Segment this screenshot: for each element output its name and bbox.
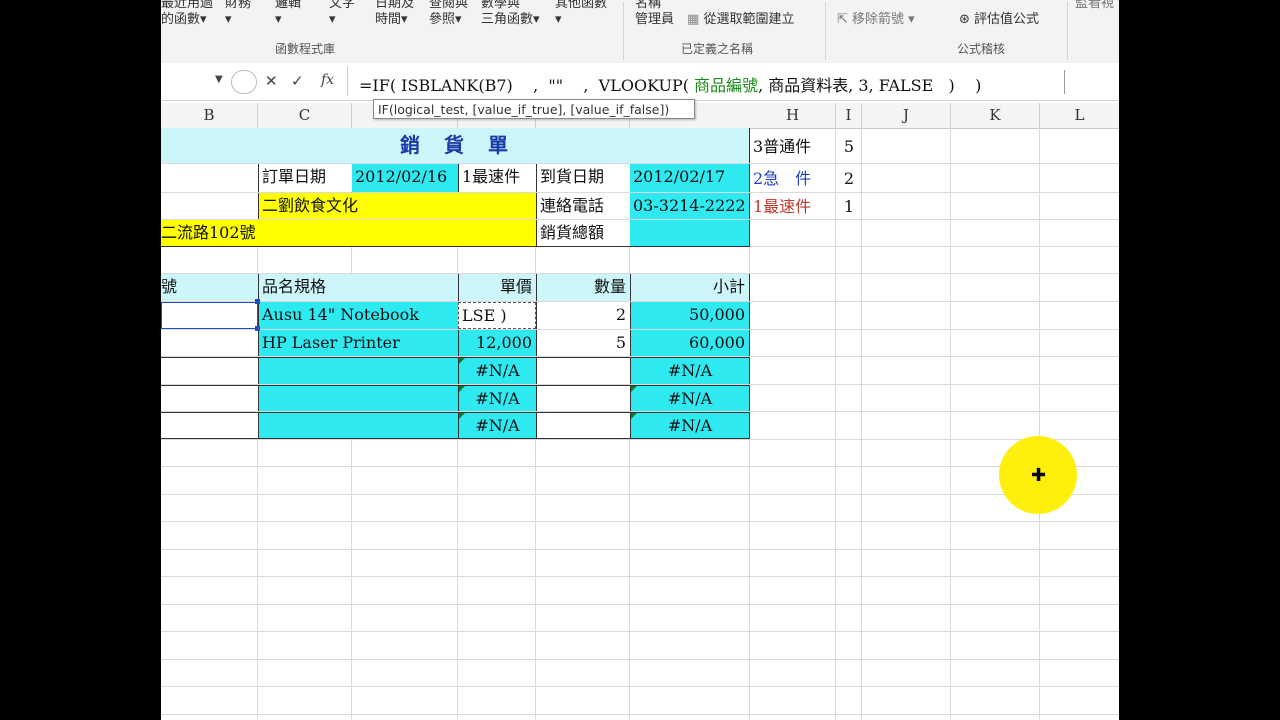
create-from-selection-button[interactable]: ▦ 從選取範圍建立 <box>687 12 794 28</box>
item-qty[interactable] <box>536 385 630 411</box>
ship-type-value[interactable]: 1最速件 <box>458 164 536 192</box>
cell-b4[interactable] <box>161 193 258 219</box>
address-value[interactable]: 二流路102號 <box>161 220 536 246</box>
lookup-label[interactable]: 1最速件 <box>750 194 836 220</box>
selection-handle[interactable] <box>255 326 260 331</box>
column-header-b[interactable]: B <box>161 103 258 128</box>
lookup-reference-button[interactable]: 查閱與 參照▾ <box>429 0 468 28</box>
item-id-cell[interactable] <box>161 330 258 356</box>
lookup-value[interactable]: 2 <box>836 166 862 192</box>
column-header-h[interactable]: H <box>750 103 836 128</box>
error-indicator-icon[interactable] <box>459 358 465 364</box>
lookup-label[interactable]: 2急 件 <box>750 166 836 192</box>
item-price[interactable]: #N/A <box>458 385 536 411</box>
item-qty[interactable]: 5 <box>536 330 630 356</box>
item-name[interactable]: HP Laser Printer <box>258 330 458 356</box>
order-date-value[interactable]: 2012/02/16 <box>352 164 458 192</box>
total-label[interactable]: 銷貨總額 <box>536 220 630 246</box>
item-qty[interactable] <box>536 357 630 384</box>
name-box-dropdown-icon[interactable]: ▼ <box>215 74 223 85</box>
text-button[interactable]: 文字 ▾ <box>329 0 355 28</box>
error-indicator-icon[interactable] <box>459 386 465 392</box>
phone-value[interactable]: 03-3214-2222 <box>630 193 750 219</box>
error-indicator-icon[interactable] <box>631 386 637 392</box>
item-id-cell[interactable] <box>161 302 258 329</box>
error-indicator-icon[interactable] <box>459 413 465 419</box>
remove-arrows-button[interactable]: ⇱ 移除箭號 ▾ <box>837 12 915 28</box>
arrival-date-value[interactable]: 2012/02/17 <box>630 164 750 192</box>
watch-window-button[interactable]: 監看視 <box>1075 0 1114 12</box>
table-icon: ▦ <box>687 12 700 27</box>
formula-bar-divider <box>347 66 348 96</box>
separator <box>1067 2 1068 60</box>
cancel-icon[interactable]: ✕ <box>265 72 278 90</box>
ribbon: 最近用過 的函數▾ 財務 ▾ 邏輯 ▾ 文字 ▾ 日期及 時間▾ 查閱與 參照▾… <box>161 0 1119 64</box>
lookup-label[interactable]: 3普通件 <box>750 134 836 162</box>
formula-auditing-group-label: 公式稽核 <box>957 42 1006 56</box>
header-subtotal[interactable]: 小計 <box>630 274 750 301</box>
enter-icon[interactable]: ✓ <box>291 72 304 90</box>
math-trig-button[interactable]: 數學與 三角函數▾ <box>481 0 540 28</box>
column-header-c[interactable]: C <box>258 103 352 128</box>
evaluate-formula-button[interactable]: ⊛ 評估值公式 <box>959 12 1039 28</box>
more-functions-button[interactable]: 其他函數 ▾ <box>555 0 607 28</box>
item-price[interactable]: #N/A <box>458 357 536 384</box>
item-price[interactable]: 12,000 <box>458 330 536 356</box>
column-header-k[interactable]: K <box>951 103 1040 128</box>
formula-input[interactable]: =IF( ISBLANK(B7) , "" , VLOOKUP( 商品編號, 商… <box>359 72 981 96</box>
error-indicator-icon[interactable] <box>631 413 637 419</box>
function-library-group-label: 函數程式庫 <box>275 42 336 56</box>
arrows-icon: ⇱ <box>837 12 848 27</box>
item-name[interactable]: Ausu 14" Notebook <box>258 302 458 329</box>
lookup-value[interactable]: 1 <box>836 194 862 220</box>
item-qty[interactable] <box>536 412 630 439</box>
item-subtotal[interactable]: #N/A <box>630 357 750 384</box>
item-subtotal[interactable]: #N/A <box>630 412 750 439</box>
sheet-title[interactable]: 銷 貨 單 <box>161 128 750 163</box>
date-time-button[interactable]: 日期及 時間▾ <box>375 0 414 28</box>
column-header-l[interactable]: L <box>1040 103 1119 128</box>
total-value[interactable] <box>630 220 750 246</box>
item-id-cell[interactable] <box>161 385 258 411</box>
header-name[interactable]: 品名規格 <box>258 274 458 301</box>
excel-window: 最近用過 的函數▾ 財務 ▾ 邏輯 ▾ 文字 ▾ 日期及 時間▾ 查閱與 參照▾… <box>161 0 1119 720</box>
phone-label[interactable]: 連絡電話 <box>536 193 630 219</box>
financial-button[interactable]: 財務 ▾ <box>225 0 251 28</box>
function-tooltip: IF(logical_test, [value_if_true], [value… <box>373 99 695 119</box>
item-qty[interactable]: 2 <box>536 302 630 329</box>
item-subtotal[interactable]: 60,000 <box>630 330 750 356</box>
header-qty[interactable]: 數量 <box>536 274 630 301</box>
column-header-i[interactable]: I <box>836 103 862 128</box>
item-subtotal[interactable]: 50,000 <box>630 302 750 329</box>
arrival-date-label[interactable]: 到貨日期 <box>536 164 630 192</box>
formula-bar-caret <box>1064 70 1065 94</box>
lookup-value[interactable]: 5 <box>836 134 862 162</box>
column-header-j[interactable]: J <box>862 103 951 128</box>
item-name[interactable] <box>258 357 458 384</box>
separator <box>623 2 624 60</box>
item-id-cell[interactable] <box>161 412 258 439</box>
name-manager-button[interactable]: 名稱 管理員 <box>635 0 674 28</box>
item-name[interactable] <box>258 385 458 411</box>
cell-b3[interactable] <box>161 164 258 192</box>
item-id-cell[interactable] <box>161 357 258 384</box>
recent-functions-button[interactable]: 最近用過 的函數▾ <box>161 0 213 28</box>
header-id[interactable]: 號 <box>161 274 258 301</box>
insert-function-icon[interactable]: fx <box>321 72 334 88</box>
evaluate-icon: ⊛ <box>959 12 970 27</box>
item-price-editing[interactable]: LSE ) <box>458 302 536 329</box>
order-date-label[interactable]: 訂單日期 <box>258 164 352 192</box>
separator <box>825 2 826 60</box>
item-name[interactable] <box>258 412 458 439</box>
logical-button[interactable]: 邏輯 ▾ <box>275 0 301 28</box>
customer-name[interactable]: 二劉飲食文化 <box>258 193 536 219</box>
selection-handle[interactable] <box>255 299 260 304</box>
item-subtotal[interactable]: #N/A <box>630 385 750 411</box>
defined-names-group-label: 已定義之名稱 <box>681 42 754 56</box>
formula-bar-resize-handle[interactable] <box>231 70 257 94</box>
header-price[interactable]: 單價 <box>458 274 536 301</box>
item-price[interactable]: #N/A <box>458 412 536 439</box>
plus-cursor-icon: ✚ <box>1031 465 1047 486</box>
